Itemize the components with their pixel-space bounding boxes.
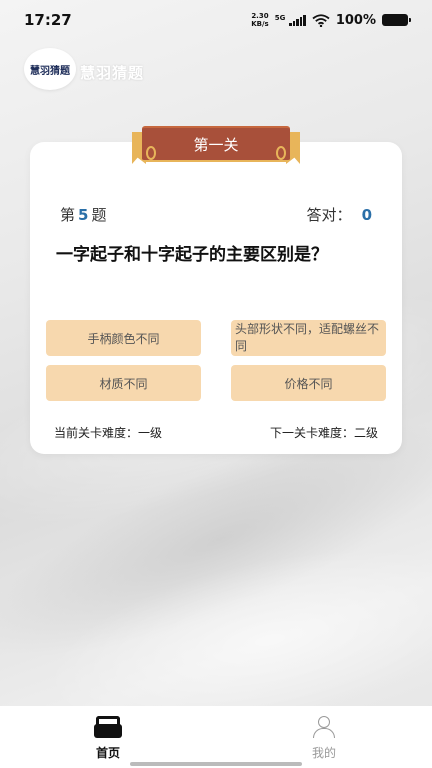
nav-tab-mine[interactable]: 我的 [294, 716, 354, 761]
user-icon [312, 716, 336, 738]
status-time: 17:27 [24, 11, 72, 29]
score-value: 0 [361, 206, 372, 224]
question-number: 第5题 [60, 206, 107, 224]
status-bar: 17:27 2.30 KB/s 5G 100% [0, 0, 432, 40]
nav-mine-label: 我的 [311, 746, 336, 760]
current-level-difficulty: 当前关卡难度：一级 [54, 426, 163, 440]
network-speed: 2.30 KB/s [251, 12, 269, 28]
network-type-label: 5G [274, 14, 286, 22]
option-d-button[interactable]: 价格不同 [231, 365, 386, 401]
banner-scroll-right [276, 146, 286, 160]
home-indicator [130, 762, 302, 766]
question-text: 一字起子和十字起子的主要区别是？ [56, 245, 328, 265]
level-banner: 第一关 [132, 126, 300, 164]
option-a-button[interactable]: 手柄颜色不同 [46, 320, 201, 356]
app-logo: 慧羽猜题 [24, 48, 76, 90]
option-c-button[interactable]: 材质不同 [46, 365, 201, 401]
app-name: 慧羽猜题 [80, 64, 145, 82]
banner-scroll-left [146, 146, 156, 160]
quiz-card: 第5题 答对： 0 一字起子和十字起子的主要区别是？ 手柄颜色不同 头部形状不同，… [30, 142, 402, 454]
status-icons: 2.30 KB/s 5G 100% [251, 12, 411, 28]
question-number-value: 5 [78, 206, 89, 224]
signal-icon [289, 14, 306, 26]
home-icon [94, 716, 122, 738]
option-b-button[interactable]: 头部形状不同，适配螺丝不同 [231, 320, 386, 356]
wifi-icon [312, 13, 330, 27]
next-level-difficulty: 下一关卡难度：二级 [269, 426, 378, 440]
level-title: 第一关 [142, 126, 290, 162]
bottom-nav: 首页 我的 [0, 706, 432, 768]
nav-home-label: 首页 [95, 746, 120, 760]
score: 答对： 0 [306, 206, 372, 224]
battery-icon [382, 14, 411, 26]
battery-percentage: 100% [335, 12, 376, 28]
nav-tab-home[interactable]: 首页 [78, 716, 138, 761]
